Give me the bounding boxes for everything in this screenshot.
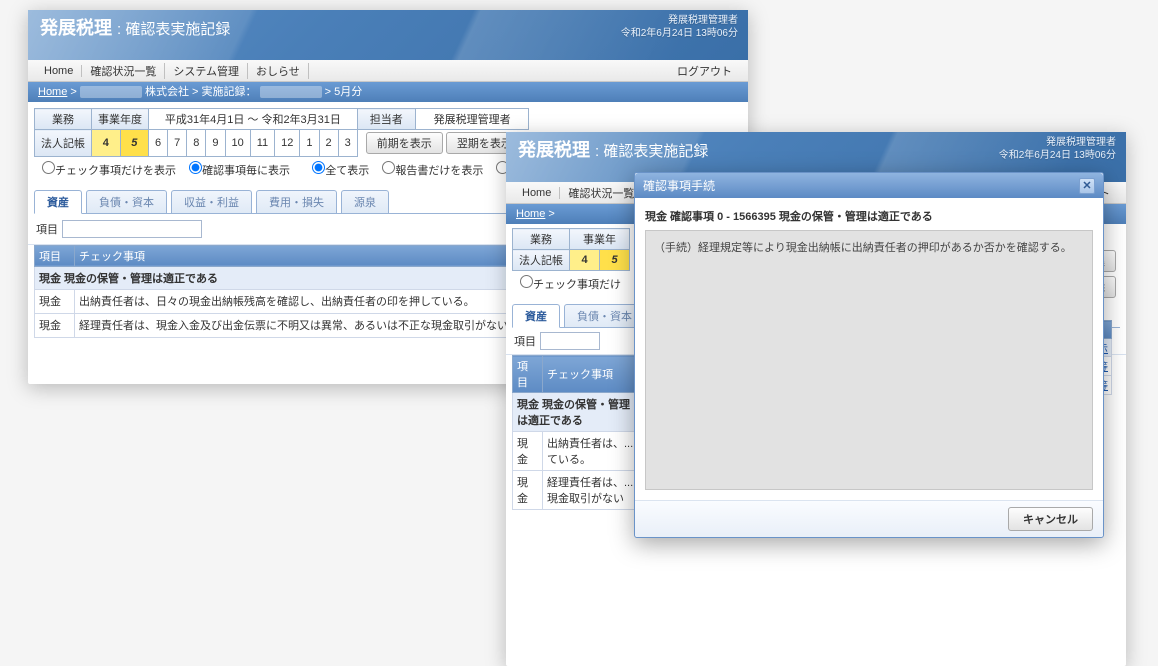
tanto-value: 発展税理管理者 [415, 109, 529, 130]
user-datetime: 令和2年6月24日 13時06分 [621, 27, 738, 40]
tab-rev-profit[interactable]: 収益・利益 [171, 190, 252, 213]
month-3[interactable]: 3 [338, 130, 357, 157]
dialog-content: （手続）経理規定等により現金出納帳に出納責任者の押印があるか否かを確認する。 [645, 230, 1093, 490]
gyomu-label: 業務 [35, 109, 92, 130]
menu-logout[interactable]: ログアウト [669, 63, 740, 79]
app-name: 発展税理 [40, 18, 112, 38]
opt-all[interactable]: 全て表示 [312, 165, 369, 177]
menu-home-2[interactable]: Home [514, 187, 560, 199]
nendo-value: 平成31年4月1日 ～ 令和2年3月31日 [149, 109, 358, 130]
check-grid-2: 項目チェック事項 現金 現金の保管・管理は適正である 現金出納責任者は、...て… [512, 355, 642, 510]
menu-list-2[interactable]: 確認状況一覧 [560, 185, 643, 201]
tab-liab-equity[interactable]: 負債・資本 [86, 190, 167, 213]
dialog-titlebar: 確認事項手続 ✕ [635, 173, 1103, 198]
opt-per-item[interactable]: 確認事項毎に表示 [189, 165, 290, 177]
month-12[interactable]: 12 [275, 130, 300, 157]
header-userinfo: 発展税理管理者 令和2年6月24日 13時06分 [621, 14, 738, 40]
procedure-dialog: 確認事項手続 ✕ 現金 確認事項 0 - 1566395 現金の保管・管理は適正… [634, 172, 1104, 538]
prev-period-button[interactable]: 前期を表示 [366, 132, 443, 154]
opt-report-only[interactable]: 報告書だけを表示 [382, 165, 483, 177]
window-front: 発展税理 : 確認表実施記録 発展税理管理者 令和2年6月24日 13時06分 … [506, 132, 1126, 666]
kicho-label: 法人記帳 [35, 130, 92, 157]
app-subtitle: : 確認表実施記録 [117, 21, 230, 38]
tab-withholding[interactable]: 源泉 [341, 190, 389, 213]
tab-exp-loss[interactable]: 費用・損失 [256, 190, 337, 213]
user-role: 発展税理管理者 [621, 14, 738, 27]
month-6[interactable]: 6 [149, 130, 168, 157]
header-userinfo-2: 発展税理管理者 令和2年6月24日 13時06分 [999, 136, 1116, 162]
menu-notice[interactable]: おしらせ [248, 63, 309, 79]
cancel-button[interactable]: キャンセル [1008, 507, 1093, 531]
month-10[interactable]: 10 [225, 130, 250, 157]
month-5[interactable]: 5 [120, 130, 149, 157]
dialog-title: 確認事項手続 [643, 177, 715, 194]
dialog-body: 現金 確認事項 0 - 1566395 現金の保管・管理は適正である （手続）経… [635, 198, 1103, 500]
close-icon[interactable]: ✕ [1079, 178, 1095, 194]
col-item: 項目 [35, 245, 75, 266]
tab-assets[interactable]: 資産 [34, 190, 82, 214]
menubar: Home 確認状況一覧 システム管理 おしらせ ログアウト [28, 60, 748, 82]
month-11[interactable]: 11 [250, 130, 274, 157]
bc-period-hidden: xxxx [260, 86, 322, 98]
dialog-heading: 現金 確認事項 0 - 1566395 現金の保管・管理は適正である [645, 208, 1093, 224]
filter-table: 業務 事業年度 平成31年4月1日 ～ 令和2年3月31日 担当者 発展税理管理… [34, 108, 529, 157]
tanto-label: 担当者 [357, 109, 415, 130]
month-2[interactable]: 2 [319, 130, 338, 157]
item-select-2[interactable] [540, 332, 600, 350]
month-4[interactable]: 4 [92, 130, 121, 157]
nendo-label: 事業年度 [92, 109, 149, 130]
bc-company-hidden: xxxx [80, 86, 142, 98]
item-select[interactable] [62, 220, 202, 238]
dialog-footer: キャンセル [635, 500, 1103, 537]
item-label: 項目 [36, 221, 58, 237]
app-header: 発展税理 : 確認表実施記録 発展税理管理者 令和2年6月24日 13時06分 [28, 10, 748, 60]
menu-list[interactable]: 確認状況一覧 [82, 63, 165, 79]
menu-home[interactable]: Home [36, 65, 82, 77]
month-8[interactable]: 8 [187, 130, 206, 157]
bc-home[interactable]: Home [38, 86, 67, 98]
opt-check-only[interactable]: チェック事項だけを表示 [42, 165, 176, 177]
month-7[interactable]: 7 [168, 130, 187, 157]
menu-sys[interactable]: システム管理 [165, 63, 248, 79]
breadcrumb: Home > xxxx 株式会社 > 実施記録： xxxx > 5月分 [28, 82, 748, 102]
month-1[interactable]: 1 [300, 130, 319, 157]
month-9[interactable]: 9 [206, 130, 225, 157]
